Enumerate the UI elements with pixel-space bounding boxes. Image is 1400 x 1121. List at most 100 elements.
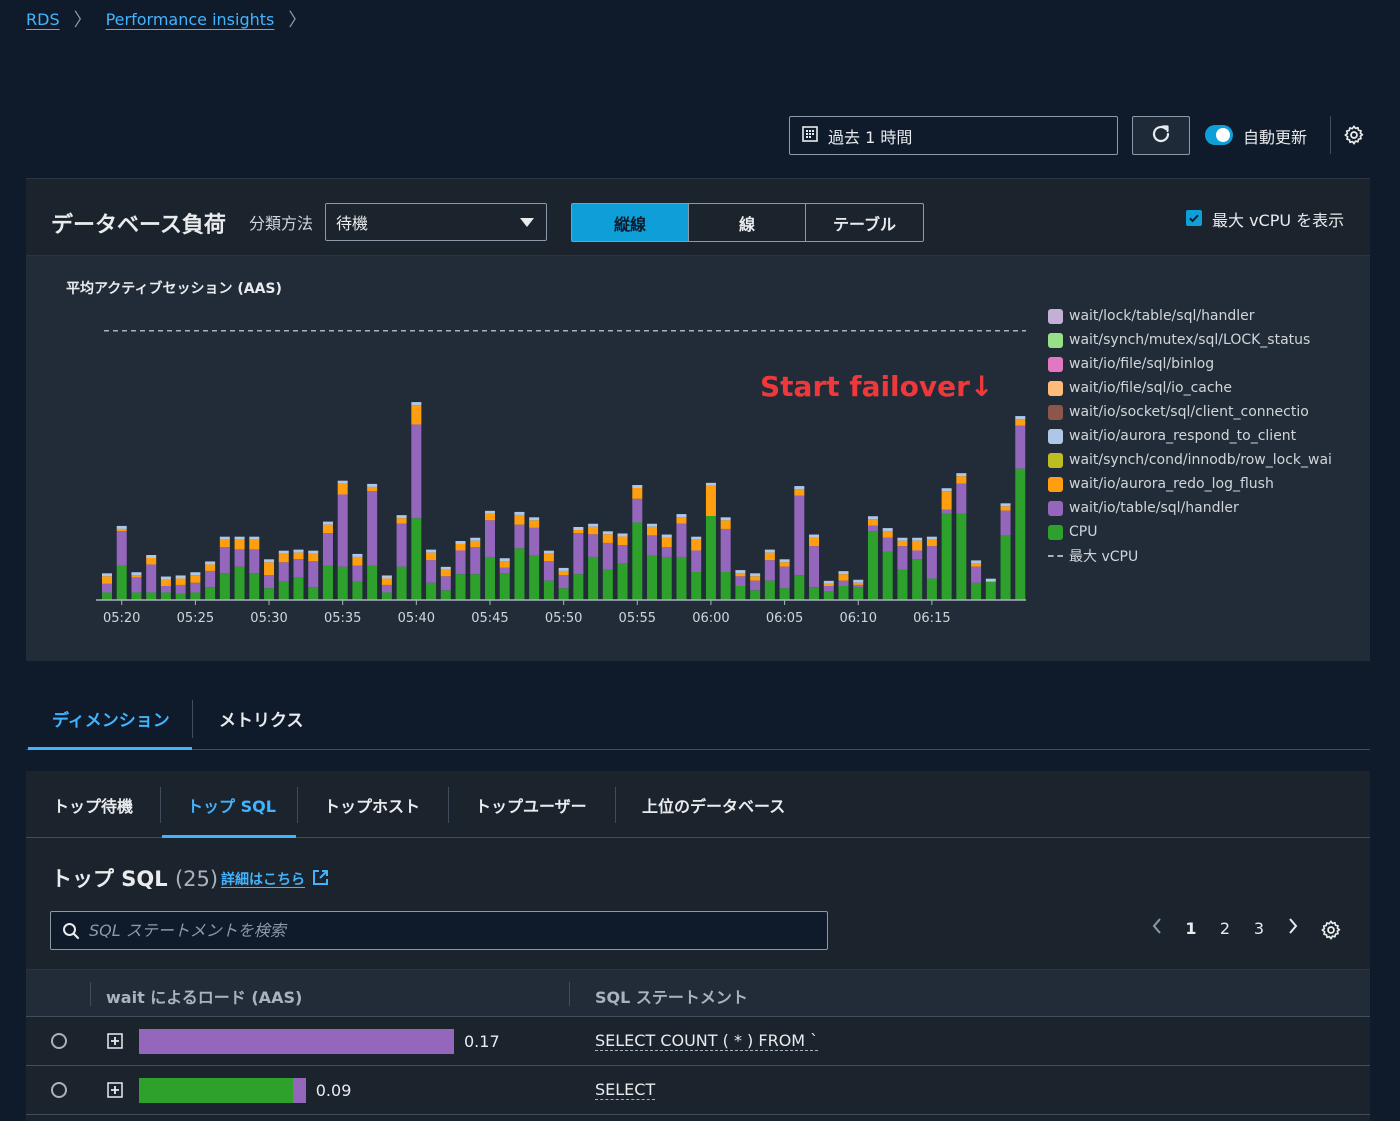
legend-item[interactable]: wait/io/file/sql/binlog	[1048, 352, 1332, 376]
legend-item[interactable]: wait/io/aurora_respond_to_client	[1048, 424, 1332, 448]
bar-segment-redo[interactable]	[249, 539, 260, 550]
bar-segment-other[interactable]	[426, 549, 437, 553]
bar-segment-other[interactable]	[411, 402, 422, 406]
bar-segment-other[interactable]	[971, 560, 982, 564]
bar-segment-handler[interactable]	[102, 583, 112, 593]
bar-segment-other[interactable]	[735, 570, 746, 574]
bar-segment-handler[interactable]	[146, 564, 157, 593]
bar-segment-redo[interactable]	[926, 539, 937, 547]
bar-segment-handler[interactable]	[632, 498, 643, 523]
bar-segment-handler[interactable]	[205, 570, 216, 588]
bar-segment-other[interactable]	[617, 533, 628, 537]
bar-segment-cpu[interactable]	[470, 574, 481, 600]
bar-segment-other[interactable]	[264, 559, 275, 563]
bar-segment-handler[interactable]	[1000, 510, 1011, 536]
bar-segment-redo[interactable]	[941, 491, 952, 510]
bar-segment-redo[interactable]	[308, 553, 319, 562]
bar-segment-redo[interactable]	[426, 552, 437, 561]
bar-segment-other[interactable]	[190, 572, 201, 576]
bar-segment-cpu[interactable]	[676, 556, 687, 600]
bar-segment-other[interactable]	[897, 537, 908, 541]
bar-segment-handler[interactable]	[823, 586, 834, 592]
bar-segment-cpu[interactable]	[411, 518, 422, 600]
bar-segment-redo[interactable]	[131, 575, 142, 578]
bar-segment-handler[interactable]	[131, 577, 142, 593]
bar-segment-other[interactable]	[838, 571, 849, 575]
bar-segment-handler[interactable]	[764, 560, 775, 581]
column-header-sql[interactable]: SQL ステートメント	[595, 984, 748, 1008]
bar-segment-other[interactable]	[912, 537, 923, 541]
bar-segment-other[interactable]	[794, 486, 805, 490]
bar-segment-other[interactable]	[160, 576, 171, 580]
bar-segment-cpu[interactable]	[514, 548, 525, 600]
bar-segment-cpu[interactable]	[396, 566, 407, 600]
bar-segment-redo[interactable]	[322, 524, 333, 534]
bar-segment-handler[interactable]	[676, 523, 687, 557]
bar-segment-cpu[interactable]	[499, 573, 510, 600]
bar-segment-redo[interactable]	[219, 539, 230, 548]
chevron-right-icon[interactable]	[1276, 917, 1310, 939]
bar-segment-handler[interactable]	[661, 547, 672, 557]
bar-segment-redo[interactable]	[234, 539, 245, 550]
view-mode-bar-button[interactable]: 縦線	[572, 204, 689, 241]
bar-segment-other[interactable]	[647, 523, 658, 527]
bar-segment-handler[interactable]	[381, 584, 392, 593]
bar-segment-handler[interactable]	[411, 424, 422, 519]
gear-icon[interactable]	[1320, 919, 1342, 945]
bar-segment-other[interactable]	[705, 482, 716, 486]
bar-segment-handler[interactable]	[735, 576, 746, 586]
bar-segment-redo[interactable]	[588, 526, 599, 535]
bar-segment-redo[interactable]	[514, 514, 525, 525]
bar-segment-cpu[interactable]	[293, 577, 304, 600]
bar-segment-redo[interactable]	[691, 539, 702, 551]
bar-segment-handler[interactable]	[750, 580, 761, 591]
bar-segment-cpu[interactable]	[308, 587, 319, 600]
bar-segment-redo[interactable]	[411, 405, 422, 425]
bar-segment-other[interactable]	[514, 511, 525, 515]
tab-top-hosts[interactable]: トップホスト	[324, 793, 420, 817]
bar-segment-handler[interactable]	[956, 483, 967, 514]
tab-metrics[interactable]: メトリクス	[219, 706, 304, 731]
bar-segment-cpu[interactable]	[705, 516, 716, 600]
bar-segment-handler[interactable]	[308, 561, 319, 588]
external-link-icon[interactable]	[312, 869, 329, 890]
bar-segment-redo[interactable]	[794, 489, 805, 496]
bar-segment-cpu[interactable]	[440, 590, 451, 600]
bar-segment-redo[interactable]	[293, 552, 304, 560]
bar-segment-redo[interactable]	[529, 520, 540, 528]
chevron-left-icon[interactable]	[1140, 917, 1174, 939]
bar-segment-redo[interactable]	[735, 573, 746, 577]
bar-segment-redo[interactable]	[912, 540, 923, 551]
bar-segment-redo[interactable]	[440, 569, 451, 577]
bar-segment-handler[interactable]	[794, 495, 805, 576]
bar-segment-redo[interactable]	[543, 553, 554, 562]
bar-segment-handler[interactable]	[602, 542, 613, 570]
bar-segment-handler[interactable]	[573, 533, 584, 575]
bar-segment-handler[interactable]	[926, 546, 937, 579]
bar-segment-redo[interactable]	[146, 558, 157, 565]
bar-segment-other[interactable]	[116, 525, 127, 529]
bar-segment-handler[interactable]	[1015, 425, 1026, 469]
group-by-select[interactable]: 待機	[325, 203, 547, 241]
expand-icon[interactable]	[107, 1033, 123, 1053]
bar-segment-other[interactable]	[396, 515, 407, 519]
bar-segment-cpu[interactable]	[912, 559, 923, 600]
bar-segment-cpu[interactable]	[897, 569, 908, 600]
bar-segment-cpu[interactable]	[1015, 468, 1026, 600]
bar-segment-cpu[interactable]	[985, 581, 996, 600]
bar-segment-other[interactable]	[882, 528, 893, 532]
bar-segment-cpu[interactable]	[102, 592, 112, 600]
tab-dimensions[interactable]: ディメンション	[52, 706, 170, 731]
bar-segment-handler[interactable]	[293, 559, 304, 578]
bar-segment-redo[interactable]	[573, 530, 584, 534]
bar-segment-redo[interactable]	[661, 537, 672, 548]
bar-segment-cpu[interactable]	[735, 586, 746, 600]
time-range-selector[interactable]: 過去 1 時間	[789, 116, 1118, 155]
bar-segment-cpu[interactable]	[190, 592, 201, 600]
bar-segment-redo[interactable]	[175, 578, 186, 585]
bar-segment-other[interactable]	[588, 523, 599, 527]
bar-segment-handler[interactable]	[484, 520, 495, 557]
bar-segment-cpu[interactable]	[647, 555, 658, 600]
bar-segment-other[interactable]	[219, 536, 230, 540]
row-select-radio[interactable]	[51, 1082, 67, 1098]
